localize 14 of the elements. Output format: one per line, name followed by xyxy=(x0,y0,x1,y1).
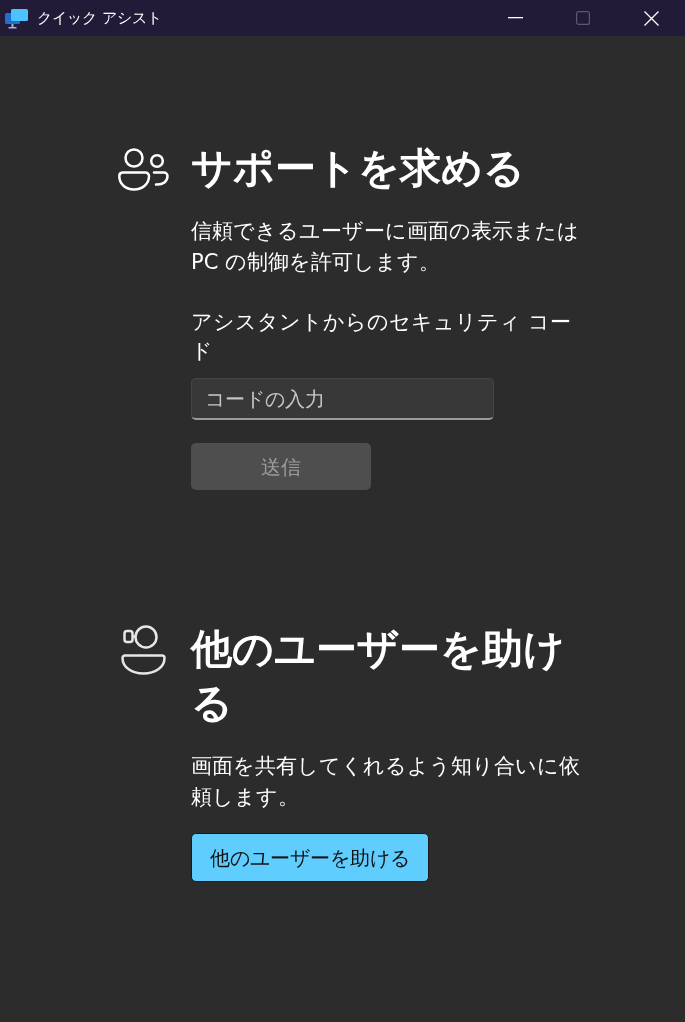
section-heading: 他のユーザーを助ける xyxy=(191,624,566,729)
security-code-label: アシスタントからのセキュリティ コード xyxy=(191,309,572,365)
code-input-field[interactable]: コードの入力 xyxy=(191,378,494,420)
help-others-button[interactable]: 他のユーザーを助ける xyxy=(191,833,429,882)
window-title: クイック アシスト xyxy=(37,7,162,29)
headset-person-icon xyxy=(121,624,166,675)
minimize-icon xyxy=(507,17,523,19)
app-monitor-icon xyxy=(5,7,28,29)
maximize-icon xyxy=(576,11,590,25)
section-heading: サポートを求める xyxy=(191,143,525,194)
section-description: 信頼できるユーザーに画面の表示または PC の制御を許可します。 xyxy=(191,218,580,276)
close-icon xyxy=(643,10,659,26)
people-icon xyxy=(118,148,169,191)
section-description: 画面を共有してくれるよう知り合いに依頼します。 xyxy=(191,753,581,811)
